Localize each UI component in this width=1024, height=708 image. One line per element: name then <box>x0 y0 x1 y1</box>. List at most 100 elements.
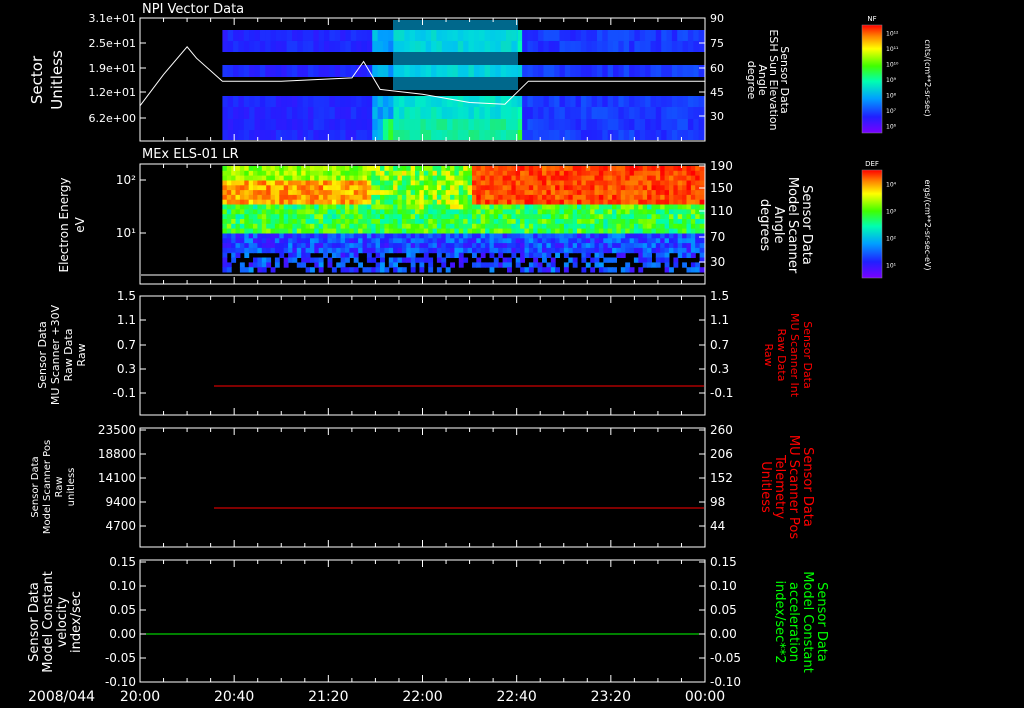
heat-cell <box>602 41 609 52</box>
heat-cell <box>305 219 311 225</box>
heat-cell <box>327 190 333 196</box>
heat-cell <box>331 214 337 220</box>
heat-cell <box>686 166 692 172</box>
heat-cell <box>633 247 639 254</box>
left-tick-label: 10² <box>116 173 136 187</box>
heat-cell <box>647 223 652 230</box>
heat-cell <box>436 170 442 177</box>
heat-cell <box>642 214 648 220</box>
heat-cell <box>336 166 342 172</box>
heat-cell <box>607 107 614 119</box>
heat-cell <box>288 214 293 220</box>
left-axis: 10²10¹ <box>116 173 146 240</box>
heat-cell <box>458 219 464 225</box>
heat-cell <box>231 166 237 172</box>
heat-cell <box>415 247 420 254</box>
heat-cell <box>423 199 429 205</box>
heat-cell <box>502 199 508 205</box>
time-tick-label: 23:20 <box>591 689 631 705</box>
heat-cell <box>467 194 473 201</box>
heat-cell <box>231 247 237 254</box>
heat-cell <box>239 194 245 201</box>
heat-cell <box>254 30 261 41</box>
heat-cell <box>623 119 630 130</box>
heat-cell <box>603 185 609 191</box>
heat-cell <box>554 30 561 41</box>
heat-cell <box>537 262 543 268</box>
heat-cell <box>625 166 631 172</box>
heat-cell <box>362 199 368 205</box>
heat-cell <box>314 194 320 201</box>
heat-cell <box>244 185 250 191</box>
heat-cell <box>266 243 272 249</box>
heat-cell <box>502 228 508 234</box>
heat-cell <box>340 180 346 186</box>
heat-cell <box>270 219 276 225</box>
heat-cell <box>642 209 648 215</box>
heat-cell <box>340 228 346 234</box>
heat-cell <box>244 247 250 254</box>
heat-cell <box>458 228 464 234</box>
heat-cell <box>436 257 442 263</box>
heat-cell <box>243 107 250 119</box>
heat-cell <box>645 41 652 52</box>
heat-cell <box>520 238 525 244</box>
heat-cell <box>334 130 341 140</box>
heat-cell <box>577 180 582 186</box>
left-tick-label: 1.5 <box>117 289 136 303</box>
heat-cell <box>292 238 298 244</box>
heat-cell <box>695 199 701 205</box>
heat-cell <box>607 238 613 244</box>
heat-cell <box>297 41 304 52</box>
heat-cell <box>318 238 324 244</box>
heat-cell <box>410 243 416 249</box>
heat-cell <box>423 228 429 234</box>
heat-cell <box>345 119 352 130</box>
heat-cell <box>371 190 377 196</box>
heat-cell <box>548 65 555 77</box>
left-tick-label: 0.3 <box>117 362 136 376</box>
heat-cell <box>380 185 385 191</box>
heat-cell <box>690 190 696 196</box>
heat-cell <box>493 194 499 201</box>
heat-cell <box>682 119 689 130</box>
heat-cell <box>603 214 609 220</box>
heat-cell <box>467 238 473 244</box>
heat-cell <box>274 214 280 220</box>
heat-cell <box>356 130 363 140</box>
heat-cell <box>570 65 577 77</box>
heat-cell <box>507 166 512 172</box>
heat-cell <box>633 214 639 220</box>
heat-cell <box>647 180 652 186</box>
heat-cell <box>699 214 705 220</box>
heat-cell <box>270 107 277 119</box>
heat-cell <box>445 175 451 181</box>
heat-cell <box>638 214 644 220</box>
heat-cell <box>651 199 657 205</box>
heat-cell <box>261 190 267 196</box>
heat-cell <box>231 175 237 181</box>
heat-cell <box>323 228 328 234</box>
heat-cell <box>642 262 648 268</box>
heat-cell <box>266 190 272 196</box>
heat-cell <box>397 204 403 210</box>
heat-cell <box>695 238 701 244</box>
heat-cell <box>380 219 385 225</box>
heat-cell <box>318 214 324 220</box>
heat-cell <box>441 190 447 196</box>
right-tick-label: 90 <box>710 12 724 25</box>
heat-cell <box>288 233 293 239</box>
heat-cell <box>463 166 469 172</box>
colorbar-tick-label: 10⁴ <box>886 182 897 189</box>
heat-cell <box>415 238 420 244</box>
heat-cell <box>537 180 543 186</box>
heat-cell <box>591 30 598 41</box>
heat-cell <box>458 185 464 191</box>
heat-cell <box>257 267 263 273</box>
heat-cell <box>669 219 674 225</box>
heat-cell <box>401 209 407 215</box>
heat-cell <box>629 247 635 254</box>
heat-cell <box>612 194 617 201</box>
heat-cell <box>620 175 626 181</box>
heat-cell <box>629 30 636 41</box>
